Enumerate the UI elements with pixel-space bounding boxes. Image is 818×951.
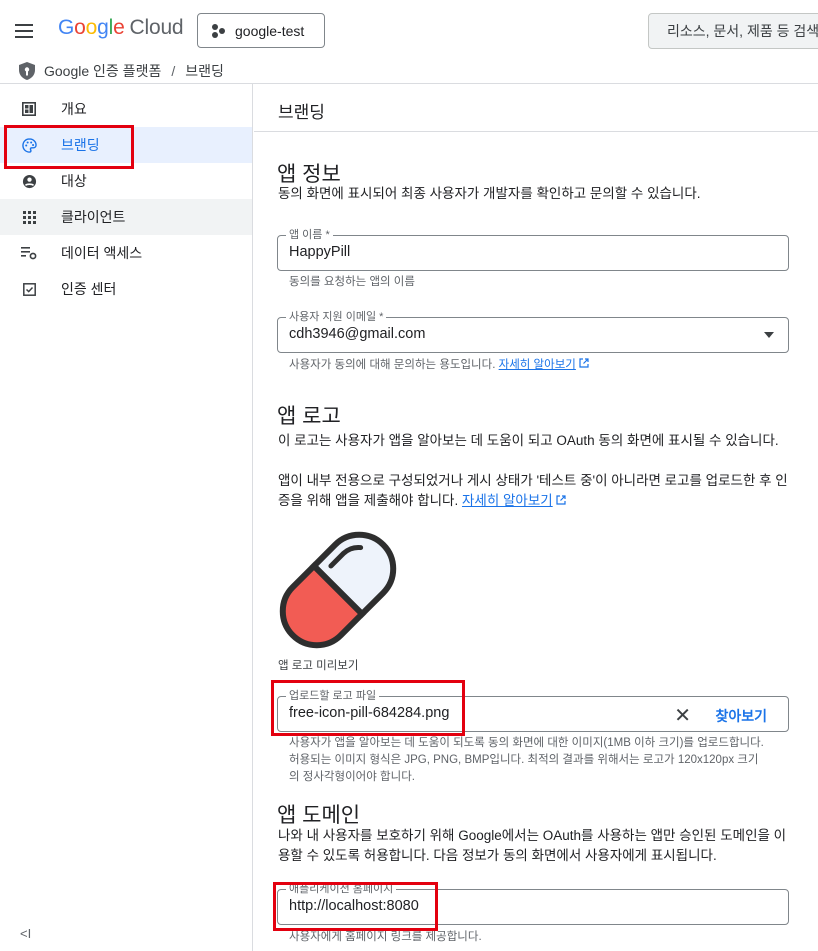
dropdown-arrow-icon — [764, 332, 774, 338]
external-link-icon — [579, 358, 589, 368]
logo-upload-label: 업로드할 로고 파일 — [286, 689, 380, 703]
main-content: 브랜딩 앱 정보 동의 화면에 표시되어 최종 사용자가 개발자를 확인하고 문… — [254, 84, 818, 951]
app-domain-heading: 앱 도메인 — [277, 804, 361, 827]
homepage-hint: 사용자에게 홈페이지 링크를 제공합니다. — [289, 931, 482, 943]
browse-button[interactable]: 찾아보기 — [715, 706, 767, 726]
breadcrumb: Google 인증 플랫폼 / 브랜딩 — [0, 58, 818, 84]
person-icon — [21, 173, 37, 189]
breadcrumb-current: 브랜딩 — [185, 62, 224, 79]
logo-letter: o — [85, 16, 98, 39]
data-settings-icon — [21, 245, 37, 261]
apps-grid-icon — [21, 209, 37, 225]
google-cloud-logo[interactable]: Google Cloud — [58, 16, 184, 40]
page-title: 브랜딩 — [278, 103, 325, 122]
app-logo-description-2: 앱이 내부 전용으로 구성되었거나 게시 상태가 '테스트 중'이 아니라면 로… — [278, 471, 793, 511]
sidebar-item-audience[interactable]: 대상 — [0, 163, 252, 199]
logo-letter: o — [74, 16, 86, 39]
collapse-sidebar-button[interactable]: <I — [20, 926, 31, 941]
sidebar-item-overview[interactable]: 개요 — [0, 91, 252, 127]
sidebar-item-clients[interactable]: 클라이언트 — [0, 199, 252, 235]
logo-letter: e — [113, 16, 125, 39]
sidebar-item-data-access[interactable]: 데이터 액세스 — [0, 235, 252, 271]
logo-upload-field[interactable]: 업로드할 로고 파일 free-icon-pill-684284.png ✕ 찾… — [277, 689, 789, 732]
external-link-icon — [556, 495, 567, 505]
sidebar: 개요 브랜딩 대상 클라이언트 데이터 액세스 인증 센터 <I — [0, 84, 253, 951]
palette-icon — [21, 137, 37, 153]
search-input[interactable]: 리소스, 문서, 제품 등 검색(/) — [648, 13, 818, 49]
sidebar-item-label: 대상 — [61, 173, 87, 189]
logo-letter: G — [58, 16, 75, 39]
dashboard-icon — [21, 101, 37, 117]
app-logo-description-1: 이 로고는 사용자가 앱을 알아보는 데 도움이 되고 OAuth 동의 화면에… — [278, 433, 779, 448]
support-email-hint: 사용자가 동의에 대해 문의하는 용도입니다. 자세히 알아보기 — [289, 357, 764, 374]
app-domain-description: 나와 내 사용자를 보호하기 위해 Google에서는 OAuth를 사용하는 … — [278, 828, 787, 863]
homepage-value: http://localhost:8080 — [289, 898, 419, 914]
verified-checkbox-icon — [21, 281, 37, 297]
sidebar-item-label: 브랜딩 — [61, 137, 100, 153]
sidebar-item-branding[interactable]: 브랜딩 — [0, 127, 252, 163]
homepage-field[interactable]: 애플리케이션 홈페이지 http://localhost:8080 — [277, 882, 789, 925]
top-bar: Google Cloud google-test 리소스, 문서, 제품 등 검색… — [0, 0, 818, 60]
logo-preview-label: 앱 로고 미리보기 — [278, 660, 359, 672]
logo-letter: g — [97, 16, 109, 39]
pill-logo-preview — [279, 531, 397, 649]
breadcrumb-root[interactable]: Google 인증 플랫폼 — [44, 61, 161, 81]
sidebar-item-label: 클라이언트 — [61, 209, 126, 225]
app-name-field[interactable]: 앱 이름 * HappyPill — [277, 228, 789, 271]
menu-icon-line — [15, 30, 33, 32]
sidebar-item-label: 데이터 액세스 — [61, 245, 143, 261]
logo-cloud-text: Cloud — [129, 16, 184, 39]
sidebar-item-label: 인증 센터 — [61, 281, 117, 297]
breadcrumb-separator: / — [171, 62, 176, 79]
logo-upload-hint: 사용자가 앱을 알아보는 데 도움이 되도록 동의 화면에 대한 이미지(1MB… — [289, 737, 764, 783]
project-name: google-test — [235, 22, 305, 39]
divider — [254, 131, 818, 132]
app-name-hint: 동의를 요청하는 앱의 이름 — [289, 276, 415, 288]
support-email-select[interactable]: 사용자 지원 이메일 * cdh3946@gmail.com — [277, 310, 789, 353]
search-placeholder: 리소스, 문서, 제품 등 검색(/) — [667, 23, 818, 39]
main-menu-button[interactable] — [12, 18, 38, 44]
support-email-label: 사용자 지원 이메일 * — [286, 310, 387, 324]
app-name-label: 앱 이름 * — [286, 228, 333, 242]
project-icon — [212, 23, 226, 38]
app-info-description: 동의 화면에 표시되어 최종 사용자가 개발자를 확인하고 문의할 수 있습니다… — [278, 186, 701, 201]
support-email-value: cdh3946@gmail.com — [289, 326, 426, 342]
learn-more-link[interactable]: 자세히 알아보기 — [462, 493, 553, 508]
menu-icon-line — [15, 36, 33, 38]
app-name-value: HappyPill — [289, 244, 351, 260]
support-email-hint-text: 사용자가 동의에 대해 문의하는 용도입니다. — [289, 359, 496, 371]
learn-more-link[interactable]: 자세히 알아보기 — [499, 359, 576, 371]
logo-upload-value: free-icon-pill-684284.png — [289, 705, 450, 721]
project-selector-button[interactable]: google-test — [197, 13, 325, 48]
menu-icon-line — [15, 24, 33, 26]
homepage-label: 애플리케이션 홈페이지 — [286, 882, 397, 896]
shield-icon — [19, 61, 35, 80]
clear-icon[interactable]: ✕ — [674, 703, 691, 728]
app-logo-heading: 앱 로고 — [277, 405, 341, 428]
sidebar-item-label: 개요 — [61, 101, 87, 117]
sidebar-item-verification-center[interactable]: 인증 센터 — [0, 271, 252, 307]
